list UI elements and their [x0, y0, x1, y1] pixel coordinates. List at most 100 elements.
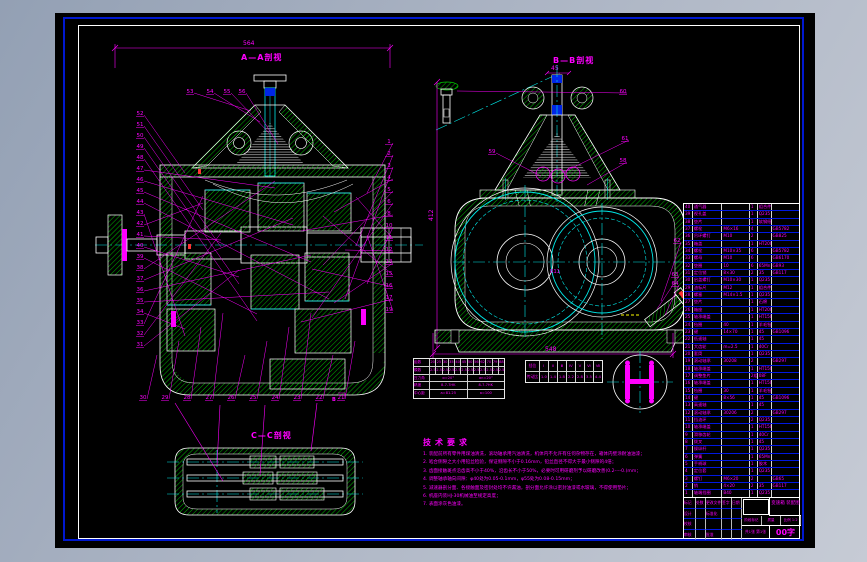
- bom-row[interactable]: 32 垫圈 10 6 65Mn GB93: [684, 262, 799, 271]
- drawing-canvas[interactable]: 564 A—A剖视 B B—B剖视 412 45 R11 548 C—C剖视 5…: [55, 13, 815, 548]
- bom-row[interactable]: 26 箱座 1 HT200: [684, 306, 799, 315]
- balloon-number[interactable]: 61: [622, 136, 629, 142]
- balloon-number[interactable]: 53: [187, 89, 194, 95]
- bom-row[interactable]: 29 油标尺 M12 1 组合件: [684, 284, 799, 293]
- balloon-number[interactable]: 34: [137, 309, 144, 315]
- balloon-number[interactable]: 35: [137, 298, 144, 304]
- balloon-number[interactable]: 43: [137, 210, 144, 216]
- balloon-number[interactable]: 51: [137, 122, 144, 128]
- balloon-number[interactable]: 50: [137, 133, 144, 139]
- balloon-number[interactable]: 15: [386, 271, 393, 277]
- left-section-view[interactable]: 564 A—A剖视 B: [95, 40, 423, 403]
- bom-row[interactable]: 34 螺栓 M10×35 6 GB5782: [684, 248, 799, 256]
- c-c-section-view[interactable]: C—C剖视: [167, 402, 363, 516]
- bom-row[interactable]: 4 定位套 1 Q235: [684, 468, 799, 476]
- bom-table[interactable]: 40通气器1组合件39视孔盖1Q23538垫片1软钢纸板37螺栓M6×164GB…: [683, 203, 800, 498]
- balloon-number[interactable]: 16: [386, 283, 393, 289]
- bom-row[interactable]: 6 弹簧 1 65Mn: [684, 453, 799, 462]
- balloon-number[interactable]: 25: [250, 395, 257, 401]
- balloon-number[interactable]: 28: [184, 395, 191, 401]
- bom-row[interactable]: 35 箱盖 1 HT200: [684, 240, 799, 249]
- bom-row[interactable]: 2 销 4×20 2 35 GB117: [684, 483, 799, 491]
- bom-row[interactable]: 30 启盖螺钉 M10×30 1 Q235: [684, 277, 799, 285]
- balloon-number[interactable]: 38: [137, 265, 144, 271]
- balloon-number[interactable]: 5: [387, 187, 391, 193]
- bom-row[interactable]: 22 低速轴 1 45: [684, 336, 799, 344]
- balloon-number[interactable]: 58: [620, 158, 627, 164]
- gear-parameter-table[interactable]: 齿数 20 25 30 35 40 45 50 56 62 70 79 88 模数 2.5 2.5 2.5 2.5…: [413, 358, 505, 399]
- bom-row[interactable]: 12 滚动轴承 30206 2 GB297: [684, 409, 799, 417]
- bom-row[interactable]: 11 挡油环 2 Q235: [684, 416, 799, 425]
- balloon-number[interactable]: 48: [137, 155, 144, 161]
- bom-row[interactable]: 23 键 14×70 1 45 GB1096: [684, 328, 799, 337]
- balloon-number[interactable]: 24: [272, 395, 279, 401]
- bom-row[interactable]: 3 螺钉 M6×20 2 GB65: [684, 475, 799, 484]
- balloon-number[interactable]: 41: [137, 232, 144, 238]
- balloon-number[interactable]: 62: [674, 238, 681, 244]
- balloon-number[interactable]: 27: [206, 395, 213, 401]
- balloon-number[interactable]: 6: [387, 199, 391, 205]
- balloon-number[interactable]: 56: [239, 89, 246, 95]
- bom-row[interactable]: 27 垫片 1 石棉: [684, 299, 799, 307]
- balloon-number[interactable]: 45: [137, 188, 144, 194]
- balloon-number[interactable]: 4: [387, 175, 391, 181]
- balloon-number[interactable]: 40: [137, 243, 144, 249]
- balloon-number[interactable]: 21: [338, 395, 345, 401]
- bom-row[interactable]: 21 大齿轮 m=2.5 1 40Cr: [684, 343, 799, 351]
- balloon-number[interactable]: 12: [386, 247, 393, 253]
- bom-row[interactable]: 37 螺栓 M6×16 4 GB5782: [684, 226, 799, 234]
- ratio-table[interactable]: 挡位 Ⅰ Ⅱ Ⅲ Ⅳ Ⅴ Ⅵ Ⅶ 传动比 1.0 1.4 1.8 2.2 2.8 3.5 4.4: [525, 360, 603, 383]
- balloon-number[interactable]: 29: [162, 395, 169, 401]
- bom-row[interactable]: 38垫片 1软钢纸板: [684, 218, 799, 227]
- bom-row[interactable]: 15 毡圈 30 1 羊毛毡: [684, 387, 799, 395]
- balloon-number[interactable]: 46: [137, 177, 144, 183]
- balloon-number[interactable]: 26: [228, 395, 235, 401]
- bom-row[interactable]: 36 吊环螺钉 M10 2 GB825: [684, 233, 799, 241]
- bom-row[interactable]: 20 套筒 1 Q235: [684, 350, 799, 359]
- balloon-number[interactable]: 22: [316, 395, 323, 401]
- balloon-number[interactable]: 19: [386, 307, 393, 313]
- bom-row[interactable]: 5 手柄球 1 胶木: [684, 461, 799, 469]
- bom-row[interactable]: 31 定位销 8×30 2 35 GB117: [684, 270, 799, 278]
- right-section-view[interactable]: B—B剖视 412 45 R11 548: [428, 55, 696, 358]
- bom-row[interactable]: 24 毡圈 40 1 羊毛毡: [684, 321, 799, 329]
- balloon-number[interactable]: 47: [137, 166, 144, 172]
- balloon-number[interactable]: 30: [140, 395, 147, 401]
- balloon-number[interactable]: 13: [386, 259, 393, 265]
- balloon-number[interactable]: 60: [620, 89, 627, 95]
- balloon-number[interactable]: 37: [137, 276, 144, 282]
- bom-row[interactable]: 19 滚动轴承 30208 2 GB297: [684, 358, 799, 366]
- bom-row[interactable]: 28 螺塞 M14×1.5 1 Q235: [684, 292, 799, 300]
- bom-row[interactable]: 14 键 8×56 1 45 GB1096: [684, 394, 799, 403]
- balloon-number[interactable]: 55: [224, 89, 231, 95]
- balloon-number[interactable]: 52: [137, 111, 144, 117]
- balloon-number[interactable]: 23: [294, 395, 301, 401]
- bom-row[interactable]: 40 通气器 1 组合件: [684, 204, 799, 212]
- bom-row[interactable]: 10 轴承端盖 1 HT150: [684, 424, 799, 432]
- bom-row[interactable]: 39 视孔盖 1 Q235: [684, 211, 799, 219]
- balloon-number[interactable]: 33: [137, 320, 144, 326]
- balloon-number[interactable]: 54: [207, 89, 214, 95]
- bom-row[interactable]: 13 高速轴 1 45: [684, 402, 799, 410]
- balloon-number[interactable]: 49: [137, 144, 144, 150]
- balloon-number[interactable]: 63: [672, 272, 679, 278]
- balloon-number[interactable]: 42: [137, 221, 144, 227]
- bom-row[interactable]: 25 轴承端盖 1 HT150: [684, 314, 799, 322]
- bom-row[interactable]: 7 操纵杆 1 Q235: [684, 446, 799, 454]
- bom-row[interactable]: 9 滑移齿轮 1 40Cr: [684, 431, 799, 439]
- balloon-number[interactable]: 64: [672, 281, 679, 287]
- balloon-number[interactable]: 59: [489, 149, 496, 155]
- balloon-number[interactable]: 36: [137, 287, 144, 293]
- balloon-number[interactable]: 39: [137, 254, 144, 260]
- balloon-number[interactable]: 44: [137, 199, 144, 205]
- bom-row[interactable]: 18 轴承端盖 1 HT150: [684, 365, 799, 373]
- balloon-number[interactable]: 1: [387, 139, 391, 145]
- bom-row[interactable]: 8 拨叉 1 45: [684, 439, 799, 447]
- balloon-number[interactable]: 10: [386, 223, 393, 229]
- bom-row[interactable]: 17 调整垫片 2组 08F: [684, 372, 799, 381]
- balloon-number[interactable]: 32: [137, 331, 144, 337]
- balloon-number[interactable]: 3: [387, 163, 391, 169]
- bom-row[interactable]: 33 螺母 M10 6 GB6170: [684, 255, 799, 263]
- balloon-number[interactable]: 11: [386, 235, 393, 241]
- shift-pattern-detail[interactable]: [607, 351, 673, 413]
